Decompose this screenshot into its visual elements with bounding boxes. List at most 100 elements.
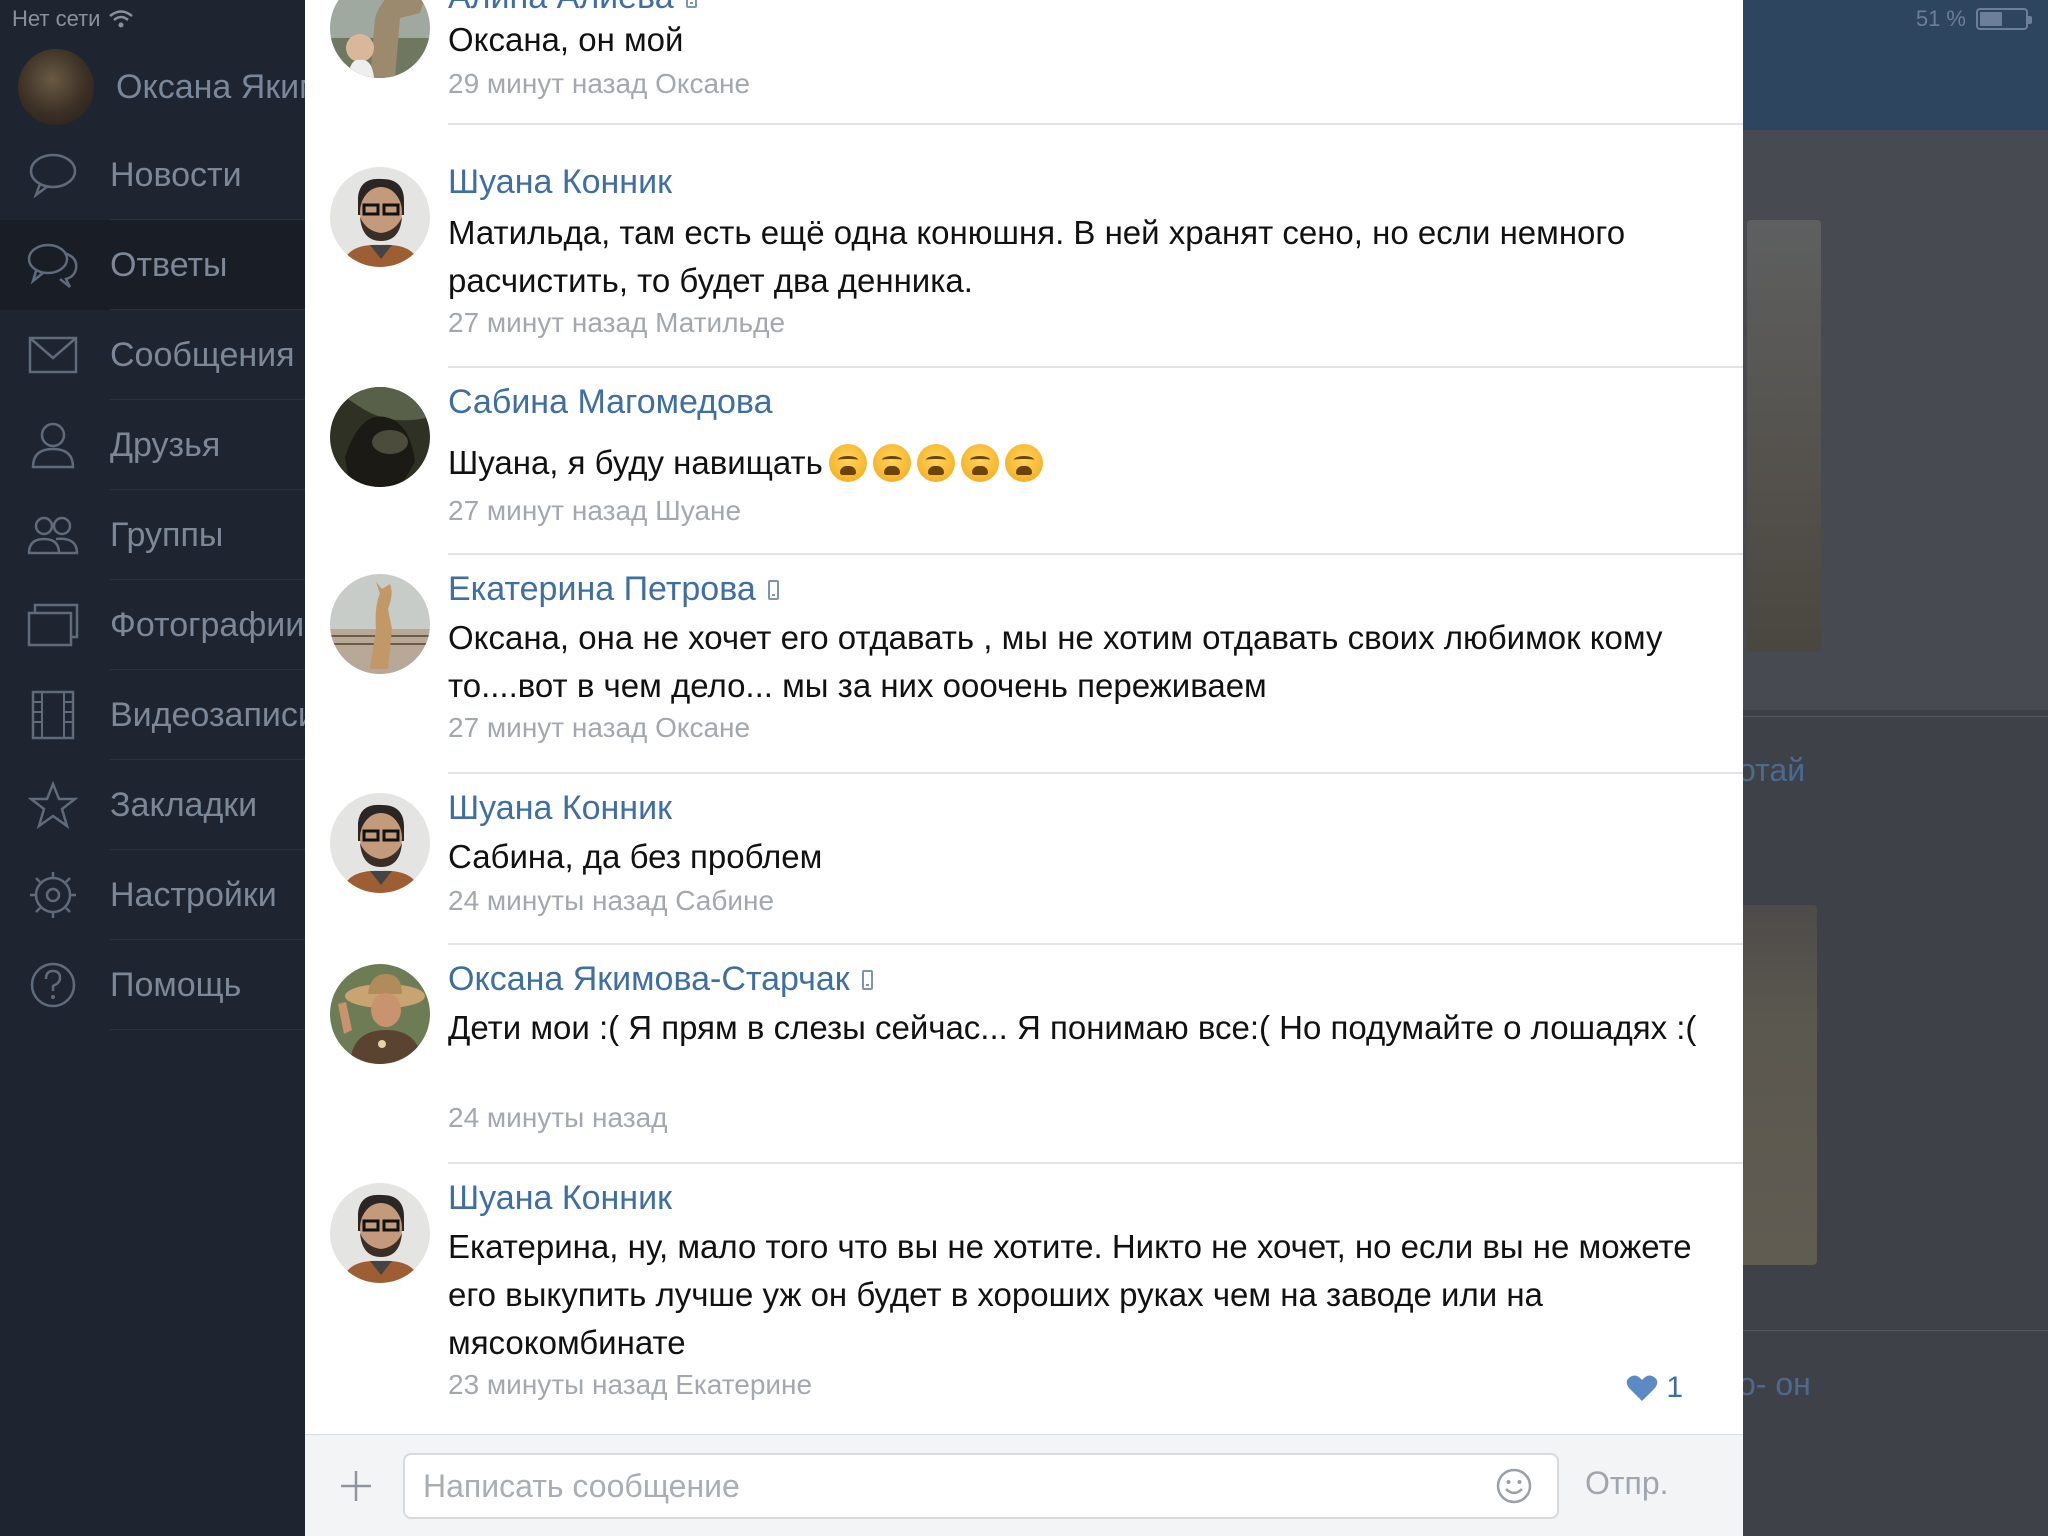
settings-icon — [26, 868, 80, 922]
groups-icon — [26, 508, 80, 562]
author-name: Шуана Конник — [448, 1179, 672, 1217]
like-button[interactable]: 1 — [1626, 1371, 1683, 1405]
background-divider — [1735, 1330, 2048, 1331]
comment-meta[interactable]: 23 минуты назад Екатерине — [448, 1369, 812, 1401]
help-icon — [26, 958, 80, 1012]
battery-icon — [1976, 8, 2032, 30]
comment-author[interactable]: Шуана Конник — [448, 163, 672, 202]
friends-icon — [26, 418, 80, 472]
comment-author[interactable]: Шуана Конник — [448, 1179, 672, 1218]
sidebar-item-friends[interactable]: Друзья — [0, 400, 305, 490]
sidebar-item-label: Помощь — [110, 965, 242, 1004]
battery-text: 51 % — [1915, 6, 1966, 31]
mobile-icon — [861, 969, 873, 990]
comment-body: Оксана, она не хочет его отдавать , мы н… — [448, 619, 1663, 704]
comment-divider — [448, 553, 1743, 555]
sidebar-item-photos[interactable]: Фотографии — [0, 580, 305, 670]
sidebar: Оксана Якимова Новости Ответы Сообщения Дру… — [0, 0, 378, 1536]
avatar[interactable] — [330, 1183, 430, 1283]
comment-divider — [448, 366, 1743, 368]
sidebar-item-label: Новости — [110, 155, 242, 194]
messages-icon — [26, 328, 80, 382]
comment-body: Екатерина, ну, мало того что вы не хотит… — [448, 1228, 1692, 1361]
background-snippet: отай — [1738, 752, 1806, 788]
avatar — [18, 49, 94, 125]
sidebar-divider — [110, 1029, 305, 1030]
message-composer: Отпр. — [305, 1434, 1743, 1536]
comment-divider — [448, 772, 1743, 774]
comment-body: Шуана, я буду навищать — [448, 444, 823, 481]
sidebar-item-news[interactable]: Новости — [0, 130, 305, 220]
comment-text: Сабина, да без проблем — [448, 833, 1718, 881]
comment-author[interactable]: Сабина Магомедова — [448, 383, 773, 422]
comments-list[interactable]: Алина АлиеваОксана, он мой29 минут назад… — [305, 0, 1743, 1434]
author-name: Екатерина Петрова — [448, 570, 756, 608]
carrier-text: Нет сети — [12, 6, 101, 31]
comment-divider — [448, 943, 1743, 945]
crying-face-icon — [872, 444, 911, 482]
comment-author[interactable]: Екатерина Петрова — [448, 570, 779, 609]
comment-divider — [448, 123, 1743, 125]
background-divider — [1735, 716, 2048, 717]
comment-text: Екатерина, ну, мало того что вы не хотит… — [448, 1223, 1718, 1367]
comment-text: Шуана, я буду навищать — [448, 439, 1718, 487]
sidebar-item-label: Ответы — [110, 245, 228, 284]
avatar[interactable] — [330, 574, 430, 674]
author-name: Сабина Магомедова — [448, 383, 773, 421]
sidebar-nav: Новости Ответы Сообщения Друзья Группы Фотогр… — [0, 130, 317, 1030]
message-input[interactable] — [403, 1453, 1559, 1519]
crying-face-icon — [828, 444, 867, 482]
comment-meta[interactable]: 24 минуты назад Сабине — [448, 885, 774, 917]
sidebar-item-videos[interactable]: Видеозаписи — [0, 670, 317, 760]
like-count: 1 — [1666, 1371, 1683, 1404]
heart-icon — [1627, 1375, 1658, 1401]
photos-icon — [26, 598, 80, 652]
sidebar-item-label: Закладки — [110, 785, 258, 824]
comment-body: Дети мои :( Я прям в слезы сейчас... Я п… — [448, 1009, 1697, 1046]
sidebar-item-label: Сообщения — [110, 335, 295, 374]
avatar[interactable] — [330, 387, 430, 487]
comment-author[interactable]: Оксана Якимова-Старчак — [448, 960, 873, 999]
author-name: Шуана Конник — [448, 789, 672, 827]
comment-meta[interactable]: 27 минут назад Шуане — [448, 495, 741, 527]
comment-meta[interactable]: 27 минут назад Оксане — [448, 712, 750, 744]
status-bar: Нет сети 51 % — [0, 0, 2048, 40]
background-photo — [1747, 220, 1821, 652]
comment-meta[interactable]: 24 минуты назад — [448, 1102, 667, 1134]
author-name: Оксана Якимова-Старчак — [448, 960, 850, 998]
crying-face-icon — [916, 444, 955, 482]
videos-icon — [26, 688, 80, 742]
sidebar-item-help[interactable]: Помощь — [0, 940, 305, 1030]
send-button[interactable]: Отпр. — [1585, 1465, 1669, 1502]
crying-face-icon — [1004, 444, 1043, 482]
sidebar-item-bookmarks[interactable]: Закладки — [0, 760, 305, 850]
sidebar-item-label: Настройки — [110, 875, 277, 914]
news-icon — [26, 148, 80, 202]
sidebar-item-groups[interactable]: Группы — [0, 490, 305, 580]
avatar[interactable] — [330, 964, 430, 1064]
wifi-icon — [109, 10, 134, 28]
sidebar-item-settings[interactable]: Настройки — [0, 850, 305, 940]
background-snippet: о- он — [1738, 1366, 1811, 1402]
sidebar-item-messages[interactable]: Сообщения — [0, 310, 305, 400]
comment-author[interactable]: Шуана Конник — [448, 789, 672, 828]
replies-icon — [26, 238, 80, 292]
battery-level — [1980, 12, 2003, 26]
avatar[interactable] — [330, 167, 430, 267]
comments-sheet: Алина АлиеваОксана, он мой29 минут назад… — [305, 0, 1743, 1536]
attach-button[interactable] — [331, 1461, 381, 1511]
sidebar-item-replies[interactable]: Ответы — [0, 220, 305, 310]
background-photo — [1735, 905, 1817, 1265]
comment-text: Матильда, там есть ещё одна конюшня. В н… — [448, 209, 1718, 305]
avatar[interactable] — [330, 793, 430, 893]
mobile-icon — [767, 579, 779, 600]
comment-meta[interactable]: 27 минут назад Матильде — [448, 307, 785, 339]
comment-text: Оксана, она не хочет его отдавать , мы н… — [448, 614, 1718, 710]
comment-body: Матильда, там есть ещё одна конюшня. В н… — [448, 214, 1626, 299]
emoji-icon[interactable] — [1495, 1467, 1533, 1505]
comment-meta[interactable]: 29 минут назад Оксане — [448, 68, 750, 100]
bookmarks-icon — [26, 778, 80, 832]
comment-body: Сабина, да без проблем — [448, 838, 823, 875]
plus-icon — [341, 1471, 371, 1501]
sidebar-item-label: Группы — [110, 515, 224, 554]
